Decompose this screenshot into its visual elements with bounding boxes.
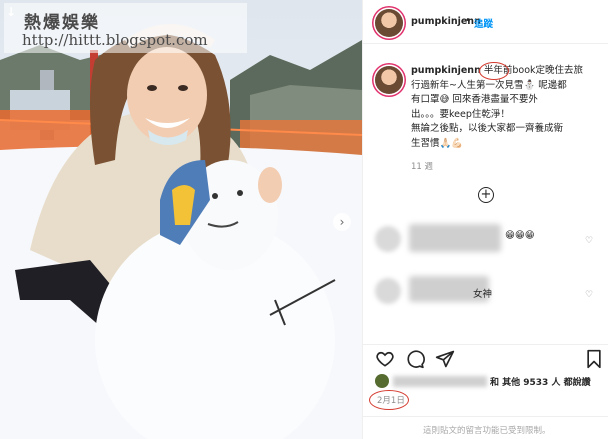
post-side-panel: pumpkinjenn • 追蹤 pumpkinjenn 半年前book定晚住去… (362, 0, 608, 439)
heart-icon[interactable]: ♡ (585, 290, 593, 300)
likes-text[interactable]: 和 其他 9533 人 都說讚 (490, 375, 591, 388)
caption-line: 出。。。要keep住乾淨！ (411, 108, 510, 120)
post-actions (363, 344, 608, 374)
photo-scene (0, 0, 362, 439)
footer-notice: 這則貼文的留言功能已受到限制。 (423, 426, 551, 436)
caption-avatar[interactable] (375, 66, 403, 94)
watermark-title: 熱爆娛樂 (24, 13, 100, 33)
likes-row[interactable]: 和 其他 9533 人 都說讚 (375, 374, 605, 390)
annotation-circle (479, 62, 509, 80)
caption-timestamp[interactable]: 11 週 (411, 160, 433, 172)
comment-item: 女神 ♡ (363, 272, 608, 312)
avatar[interactable] (375, 9, 403, 37)
blurred-liker-name (393, 376, 487, 387)
caption-line: 無論之後點，以後大家都一齊養成衛 (411, 123, 564, 134)
post-header: pumpkinjenn • 追蹤 (363, 0, 608, 44)
caption-line: 前book定晚住去旅 (502, 65, 584, 76)
caption-line: 生習慣🙏🏻💪🏻 (411, 137, 464, 149)
annotation-circle (369, 390, 409, 410)
comments-limited-notice: 這則貼文的留言功能已受到限制。 (363, 416, 608, 439)
comment-emoji: 😁😁😁 (505, 230, 535, 241)
chevron-right-icon[interactable]: › (333, 213, 351, 231)
paper-plane-icon[interactable] (435, 349, 455, 369)
comment-icon[interactable] (405, 349, 425, 369)
arrow-down-icon: ↓ (6, 5, 17, 19)
heart-icon[interactable] (375, 349, 395, 369)
comment-text: 女神 (473, 289, 493, 300)
liker-avatar (375, 374, 389, 388)
caption-username[interactable]: pumpkinjenn (411, 65, 481, 76)
blurred-avatar (375, 278, 401, 304)
caption-line: 行過新年~人生第一次見雪⛄ 呢邊都 (411, 79, 567, 91)
heart-icon[interactable]: ♡ (585, 236, 593, 246)
bookmark-icon[interactable] (585, 349, 603, 369)
comment-item: 😁😁😁 ♡ (363, 218, 608, 258)
watermark-url: http://hittt.blogspot.com (22, 31, 208, 49)
follow-button[interactable]: 追蹤 (474, 16, 493, 30)
blurred-text (409, 224, 501, 252)
caption-line: 有口罩😅 回來香港盡量不要外 (411, 94, 538, 105)
blurred-avatar (375, 226, 401, 252)
plus-circle-icon[interactable]: + (478, 187, 494, 203)
separator-dot: • (465, 15, 471, 26)
post-photo[interactable]: ↓ 熱爆娛樂 http://hittt.blogspot.com › (0, 0, 362, 439)
watermark: ↓ 熱爆娛樂 http://hittt.blogspot.com (4, 3, 247, 53)
